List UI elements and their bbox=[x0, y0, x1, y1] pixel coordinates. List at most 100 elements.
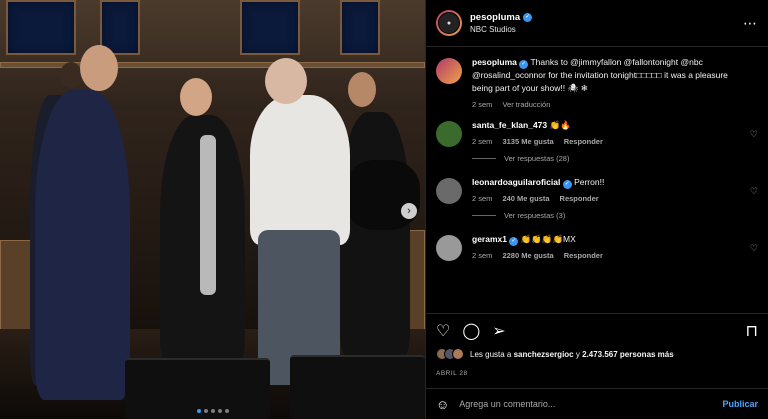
comment-username[interactable]: santa_fe_klan_473 bbox=[472, 120, 547, 130]
comment-body: geramx1 ✓ 👏👏👏👏MX 2 sem 2280 Me gusta Res… bbox=[472, 233, 758, 260]
share-send-icon[interactable]: ➢ bbox=[492, 321, 505, 341]
verified-icon: ✓ bbox=[519, 60, 529, 69]
emoji-icon[interactable]: ☺ bbox=[436, 397, 449, 412]
post-modal: › ● pesopluma ✓ NBC Studios ⋯ pesopluma … bbox=[0, 0, 768, 419]
avatar-icon: ● bbox=[438, 12, 460, 34]
caption-meta: 2 sem Ver traducción bbox=[472, 100, 742, 109]
likes-text: Les gusta a sanchezsergioc y 2.473.567 p… bbox=[470, 350, 674, 359]
publish-button[interactable]: Publicar bbox=[722, 399, 758, 409]
carousel-indicator bbox=[196, 409, 229, 413]
post-actions: ♡ ◯ ➢ ⊓ bbox=[426, 313, 768, 347]
comment-composer: ☺ Publicar bbox=[426, 388, 768, 419]
like-comment-heart-icon[interactable]: ♡ bbox=[750, 129, 758, 140]
replies-divider bbox=[472, 158, 496, 159]
host-head bbox=[80, 45, 118, 91]
comment-time: 2 sem bbox=[472, 194, 493, 203]
comment-time: 2 sem bbox=[472, 251, 493, 260]
stage-monitor-speaker bbox=[290, 355, 425, 419]
guitarist bbox=[340, 112, 410, 357]
likes-prefix: Les gusta a bbox=[470, 349, 514, 359]
host-figure bbox=[35, 90, 130, 400]
post-location[interactable]: NBC Studios bbox=[470, 25, 743, 34]
caption-avatar[interactable] bbox=[436, 58, 462, 84]
comment-text: 👏👏👏👏MX bbox=[520, 234, 576, 244]
view-replies-label[interactable]: Ver respuestas (3) bbox=[504, 211, 565, 220]
next-image-button[interactable]: › bbox=[401, 203, 417, 219]
reply-button[interactable]: Responder bbox=[564, 251, 603, 260]
comment-meta: 2 sem 3135 Me gusta Responder bbox=[472, 137, 742, 146]
comment-bubble-icon[interactable]: ◯ bbox=[462, 321, 480, 341]
verified-icon: ✓ bbox=[562, 180, 572, 189]
comment-avatar[interactable] bbox=[436, 235, 462, 261]
comment-time: 2 sem bbox=[472, 137, 493, 146]
liker-username[interactable]: sanchezsergioc bbox=[514, 350, 574, 359]
comment-body: leonardoaguilaroficial ✓ Perron!! 2 sem … bbox=[472, 176, 758, 203]
likes-summary: Les gusta a sanchezsergioc y 2.473.567 p… bbox=[436, 348, 758, 360]
comment-username[interactable]: geramx1 bbox=[472, 234, 507, 244]
comment-meta: 2 sem 240 Me gusta Responder bbox=[472, 194, 742, 203]
comment: geramx1 ✓ 👏👏👏👏MX 2 sem 2280 Me gusta Res… bbox=[436, 233, 758, 261]
person-head bbox=[60, 62, 82, 88]
author-avatar[interactable]: ● bbox=[436, 10, 462, 36]
view-replies-label[interactable]: Ver respuestas (28) bbox=[504, 154, 569, 163]
reply-button[interactable]: Responder bbox=[560, 194, 599, 203]
comment-likes[interactable]: 2280 Me gusta bbox=[502, 251, 553, 260]
comment-likes[interactable]: 3135 Me gusta bbox=[502, 137, 553, 146]
view-replies[interactable]: Ver respuestas (3) bbox=[472, 211, 758, 220]
backdrop-window bbox=[6, 0, 76, 55]
comment-body: santa_fe_klan_473 👏🔥 2 sem 3135 Me gusta… bbox=[472, 119, 758, 146]
guitarist-head bbox=[348, 72, 376, 107]
author-username[interactable]: pesopluma bbox=[470, 12, 520, 23]
verified-icon: ✓ bbox=[509, 237, 519, 246]
comment-avatar[interactable] bbox=[436, 121, 462, 147]
likes-count[interactable]: 2.473.567 personas más bbox=[582, 350, 674, 359]
reply-button[interactable]: Responder bbox=[564, 137, 603, 146]
comment-text-row: geramx1 ✓ 👏👏👏👏MX bbox=[472, 233, 742, 246]
see-translation-link[interactable]: Ver traducción bbox=[502, 100, 550, 109]
comment-text: 👏🔥 bbox=[549, 120, 571, 130]
comment: leonardoaguilaroficial ✓ Perron!! 2 sem … bbox=[436, 176, 758, 204]
author-info: pesopluma ✓ NBC Studios bbox=[470, 12, 743, 34]
author-username-row: pesopluma ✓ bbox=[470, 12, 743, 23]
save-bookmark-icon[interactable]: ⊓ bbox=[746, 321, 758, 341]
comment-meta: 2 sem 2280 Me gusta Responder bbox=[472, 251, 742, 260]
caption-text-row: pesopluma ✓ Thanks to @jimmyfallon @fall… bbox=[472, 56, 742, 95]
caption-body: pesopluma ✓ Thanks to @jimmyfallon @fall… bbox=[472, 56, 758, 109]
backdrop-window bbox=[340, 0, 380, 55]
comment-input[interactable] bbox=[459, 399, 713, 409]
trumpet-player-head bbox=[180, 78, 212, 116]
post-header: ● pesopluma ✓ NBC Studios ⋯ bbox=[426, 0, 768, 47]
post-date: ABRIL 28 bbox=[436, 370, 468, 377]
carousel-dot bbox=[217, 409, 222, 413]
carousel-dot bbox=[210, 409, 215, 413]
comment: santa_fe_klan_473 👏🔥 2 sem 3135 Me gusta… bbox=[436, 119, 758, 147]
comment-likes[interactable]: 240 Me gusta bbox=[502, 194, 549, 203]
comment-text: Perron!! bbox=[574, 177, 605, 187]
caption-username[interactable]: pesopluma bbox=[472, 57, 517, 67]
caption-time: 2 sem bbox=[472, 100, 493, 109]
more-options-icon[interactable]: ⋯ bbox=[743, 15, 758, 32]
liker-avatars bbox=[436, 348, 464, 360]
comments-list[interactable]: pesopluma ✓ Thanks to @jimmyfallon @fall… bbox=[426, 48, 768, 310]
likes-middle: y bbox=[573, 349, 583, 359]
comment-avatar[interactable] bbox=[436, 178, 462, 204]
trumpet bbox=[200, 135, 216, 295]
replies-divider bbox=[472, 215, 496, 216]
singer-head bbox=[265, 58, 307, 104]
guitar bbox=[345, 160, 420, 230]
comment-text-row: santa_fe_klan_473 👏🔥 bbox=[472, 119, 742, 132]
comment-username[interactable]: leonardoaguilaroficial bbox=[472, 177, 560, 187]
carousel-dot bbox=[196, 409, 201, 413]
like-heart-icon[interactable]: ♡ bbox=[436, 321, 450, 341]
backdrop-window bbox=[240, 0, 300, 55]
caption: pesopluma ✓ Thanks to @jimmyfallon @fall… bbox=[436, 56, 758, 109]
comment-text-row: leonardoaguilaroficial ✓ Perron!! bbox=[472, 176, 742, 189]
liker-avatar bbox=[452, 348, 464, 360]
post-sidebar: ● pesopluma ✓ NBC Studios ⋯ pesopluma ✓ … bbox=[425, 0, 768, 419]
post-media[interactable]: › bbox=[0, 0, 425, 419]
carousel-dot bbox=[203, 409, 208, 413]
like-comment-heart-icon[interactable]: ♡ bbox=[750, 243, 758, 254]
like-comment-heart-icon[interactable]: ♡ bbox=[750, 186, 758, 197]
verified-icon: ✓ bbox=[523, 13, 533, 22]
view-replies[interactable]: Ver respuestas (28) bbox=[472, 154, 758, 163]
